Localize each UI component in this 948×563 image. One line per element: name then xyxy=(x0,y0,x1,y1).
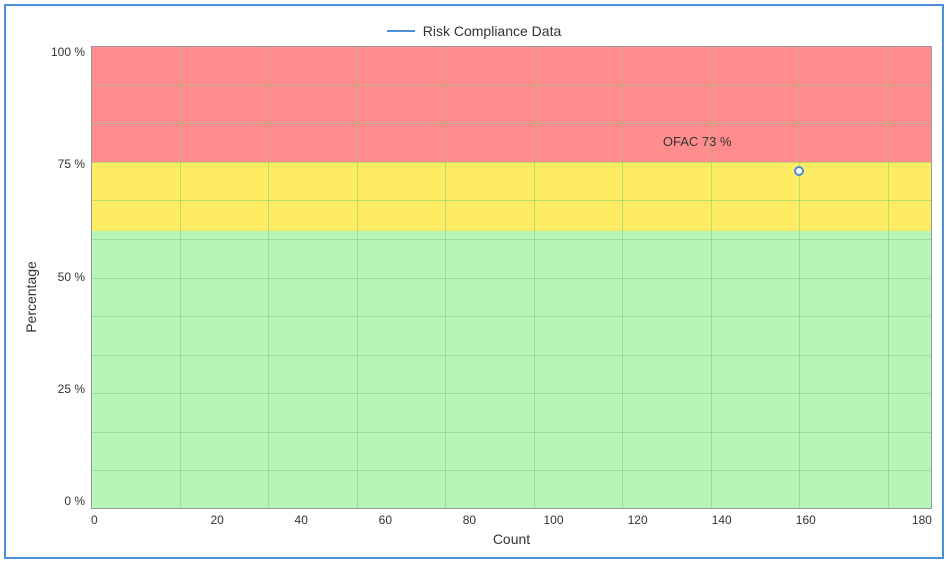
y-tick-25: 25 % xyxy=(58,383,85,395)
legend-line-icon xyxy=(387,30,415,32)
y-tick-75: 75 % xyxy=(58,158,85,170)
plot-with-yaxis: 100 % 75 % 50 % 25 % 0 % xyxy=(46,46,932,509)
x-axis-label: Count xyxy=(493,531,530,547)
chart-legend: Risk Compliance Data xyxy=(16,16,932,46)
x-tick-160: 160 xyxy=(764,513,848,527)
border-right-line xyxy=(931,46,932,509)
y-tick-50: 50 % xyxy=(58,271,85,283)
x-tick-140: 140 xyxy=(680,513,764,527)
plot-canvas: OFAC 73 % xyxy=(91,46,932,509)
x-tick-60: 60 xyxy=(343,513,427,527)
x-tick-20: 20 xyxy=(175,513,259,527)
zone-yellow xyxy=(91,162,932,231)
x-tick-0: 0 xyxy=(91,513,175,527)
border-left-line xyxy=(91,46,92,509)
x-tick-180: 180 xyxy=(848,513,932,527)
x-tick-120: 120 xyxy=(596,513,680,527)
x-tick-100: 100 xyxy=(511,513,595,527)
y-axis-label: Percentage xyxy=(23,261,39,333)
y-axis-label-container: Percentage xyxy=(16,46,46,547)
x-tick-80: 80 xyxy=(427,513,511,527)
x-tick-40: 40 xyxy=(259,513,343,527)
y-tick-0: 0 % xyxy=(64,495,85,507)
border-top-line xyxy=(91,46,932,47)
zone-red xyxy=(91,46,932,162)
chart-title: Risk Compliance Data xyxy=(423,23,562,39)
data-point-ofac xyxy=(794,166,804,176)
x-axis-label-container: Count xyxy=(91,531,932,547)
chart-plot-area: 100 % 75 % 50 % 25 % 0 % xyxy=(46,46,932,547)
chart-body: Percentage 100 % 75 % 50 % 25 % 0 % xyxy=(16,46,932,547)
y-axis-ticks: 100 % 75 % 50 % 25 % 0 % xyxy=(46,46,91,509)
data-label-ofac: OFAC 73 % xyxy=(663,134,732,149)
chart-container: Risk Compliance Data Percentage 100 % 75… xyxy=(4,4,944,559)
x-axis-ticks: 0 20 40 60 80 100 120 140 160 180 xyxy=(91,509,932,527)
y-tick-100: 100 % xyxy=(51,46,85,58)
zone-green xyxy=(91,231,932,509)
